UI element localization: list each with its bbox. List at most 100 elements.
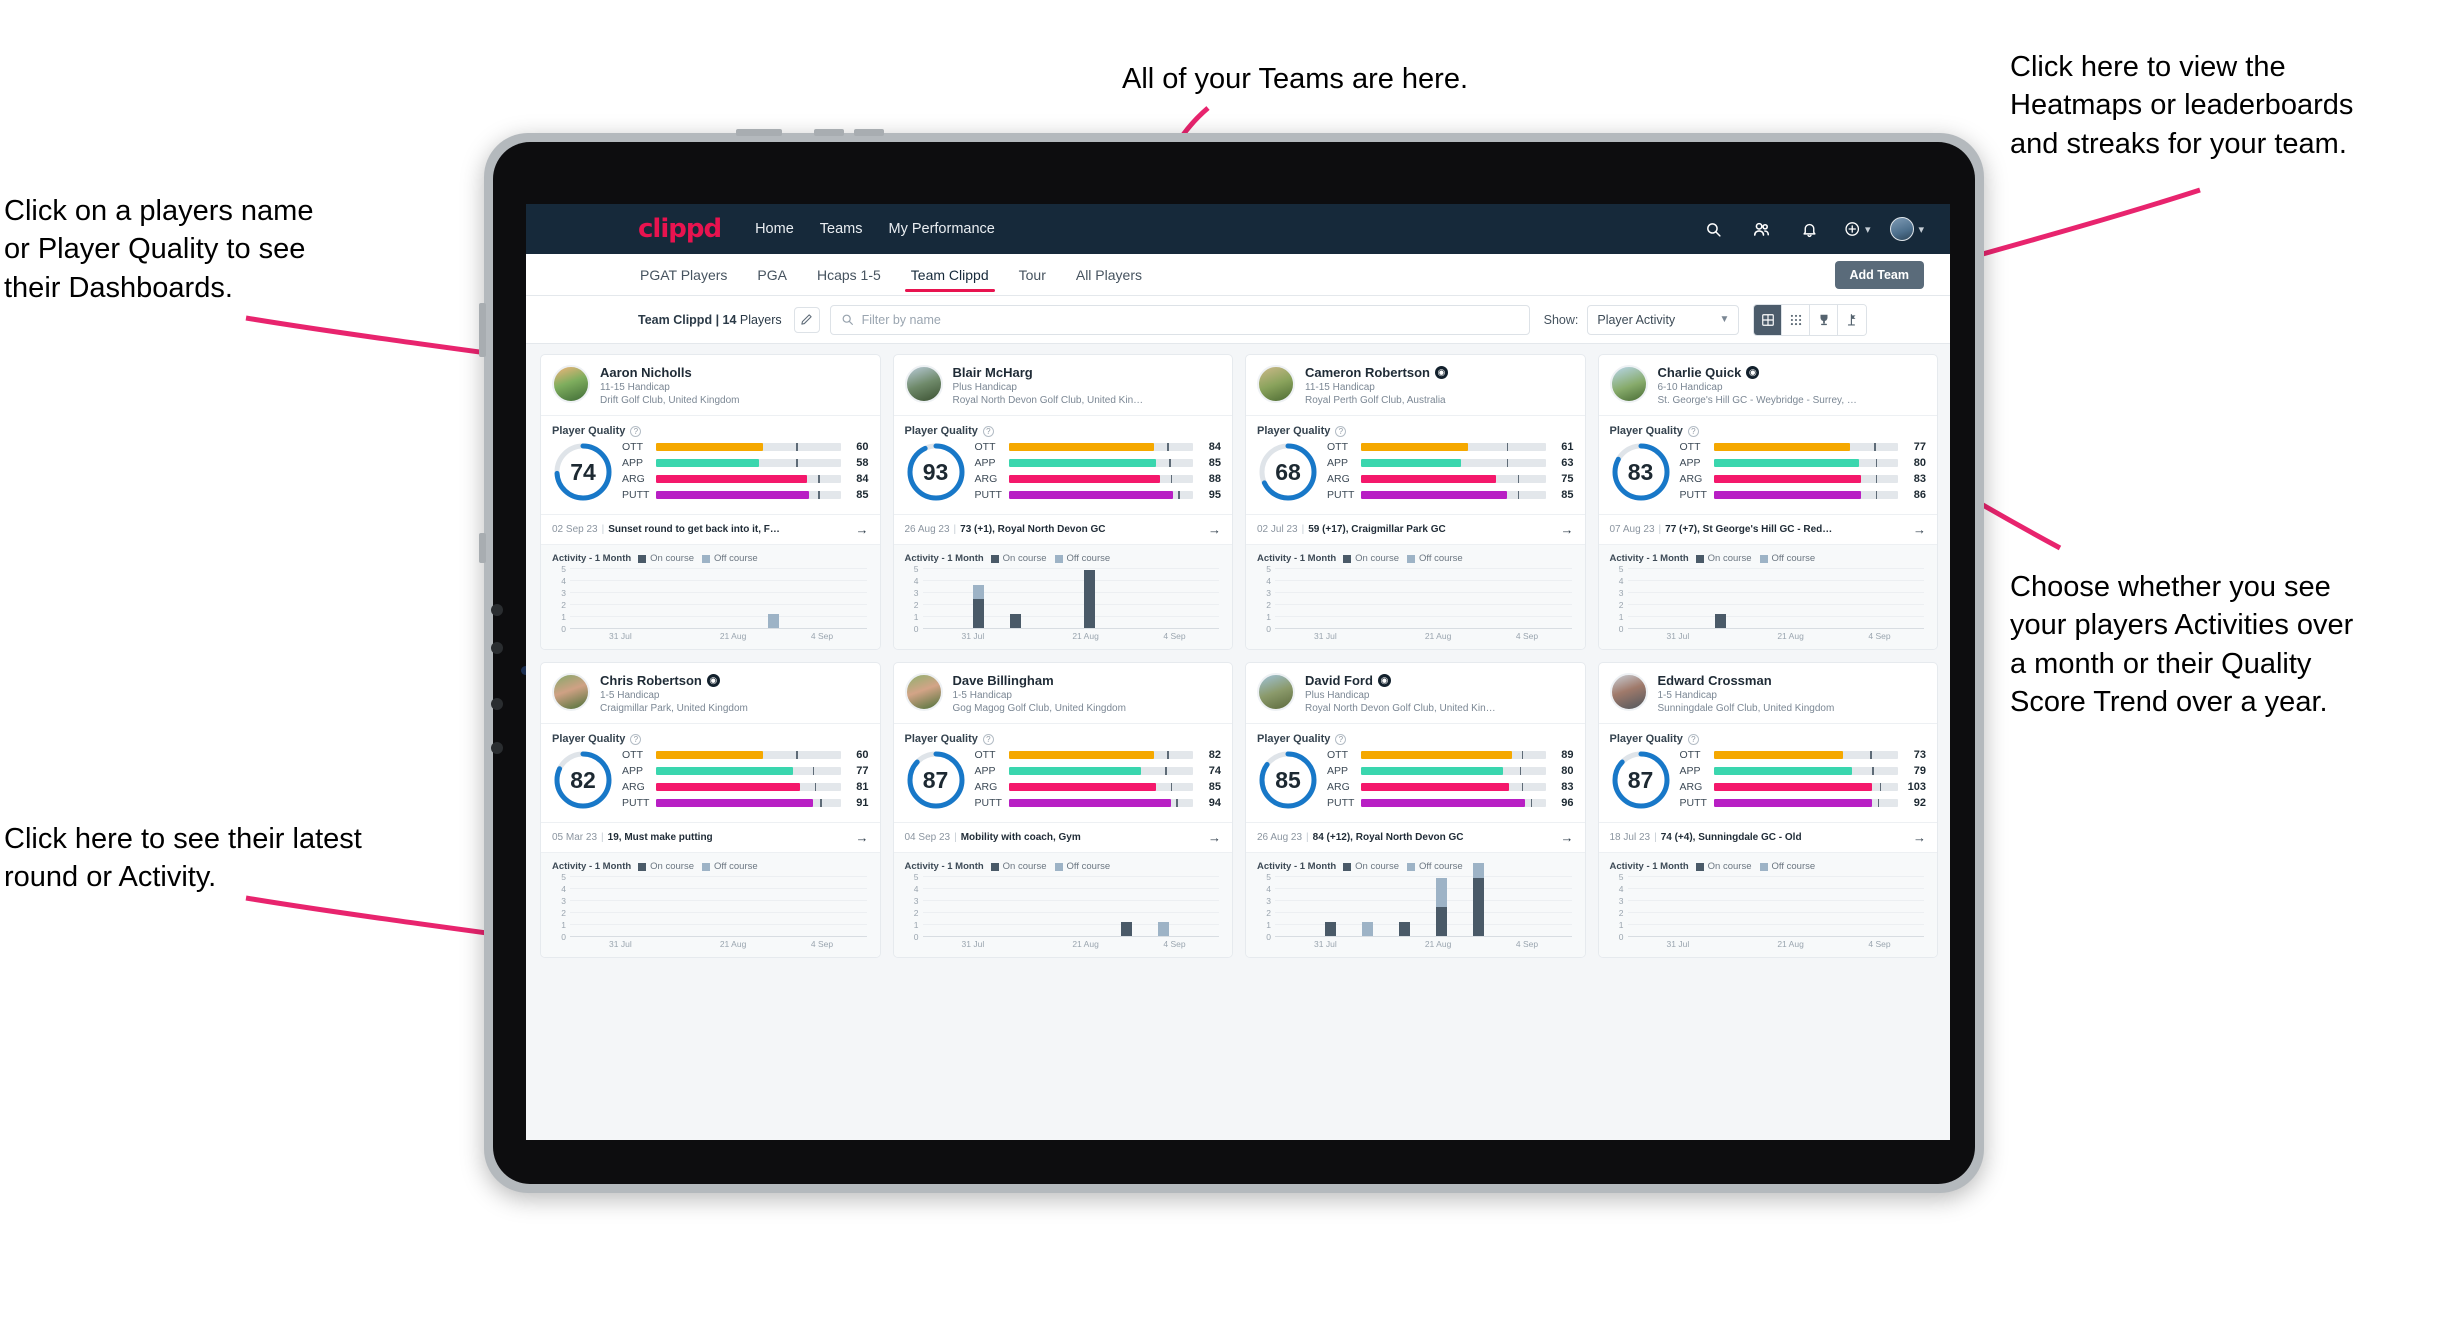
help-circle-icon[interactable]: ? — [982, 425, 994, 437]
tab-pgat-players[interactable]: PGAT Players — [638, 257, 729, 292]
latest-round-row[interactable]: 05 Mar 23 | 19, Must make putting → — [541, 822, 880, 852]
latest-round-row[interactable]: 02 Jul 23 | 59 (+17), Craigmillar Park G… — [1246, 514, 1585, 544]
player-name[interactable]: Edward Crossman — [1658, 673, 1772, 688]
player-name[interactable]: Chris Robertson — [600, 673, 702, 688]
metric-bar-track — [1361, 783, 1546, 791]
plus-circle-icon[interactable]: ▾ — [1844, 216, 1870, 242]
volume-up-button[interactable] — [814, 129, 844, 136]
arrow-right-icon[interactable]: → — [1913, 830, 1926, 845]
dots-grid-view-icon[interactable] — [1782, 304, 1811, 335]
arrow-right-icon[interactable]: → — [856, 522, 869, 537]
player-quality-donut[interactable]: 85 — [1257, 749, 1319, 811]
arrow-right-icon[interactable]: → — [856, 830, 869, 845]
player-avatar[interactable] — [552, 365, 590, 403]
player-card-header: Chris Robertson ◉ 1-5 Handicap Craigmill… — [541, 663, 880, 723]
player-quality-donut[interactable]: 87 — [905, 749, 967, 811]
bar-segment-off-course — [972, 584, 984, 600]
chart-bars — [570, 569, 867, 629]
side-button-upper[interactable] — [479, 303, 486, 357]
player-quality-donut[interactable]: 83 — [1610, 441, 1672, 503]
power-button[interactable] — [736, 129, 782, 136]
search-icon[interactable] — [1700, 216, 1726, 242]
nav-link-teams[interactable]: Teams — [820, 221, 863, 237]
bar-slot — [792, 569, 829, 629]
player-quality-donut[interactable]: 74 — [552, 441, 614, 503]
people-icon[interactable] — [1748, 216, 1774, 242]
tab-all-players[interactable]: All Players — [1074, 257, 1144, 292]
flag-view-icon[interactable] — [1838, 304, 1867, 335]
help-circle-icon[interactable]: ? — [982, 733, 994, 745]
add-team-button[interactable]: Add Team — [1834, 261, 1924, 289]
help-circle-icon[interactable]: ? — [1687, 733, 1699, 745]
nav-link-home[interactable]: Home — [755, 221, 794, 237]
player-avatar[interactable] — [1257, 673, 1295, 711]
arrow-right-icon[interactable]: → — [1561, 522, 1574, 537]
metric-bar-fill — [1713, 443, 1851, 451]
player-quality-donut[interactable]: 82 — [552, 749, 614, 811]
x-tick-label: 31 Jul — [1666, 939, 1690, 949]
player-name[interactable]: Blair McHarg — [953, 365, 1033, 380]
player-quality-donut[interactable]: 68 — [1257, 441, 1319, 503]
search-input[interactable] — [861, 312, 1519, 327]
arrow-right-icon[interactable]: → — [1208, 830, 1221, 845]
arrow-right-icon[interactable]: → — [1208, 522, 1221, 537]
bar-slot — [1497, 877, 1534, 937]
help-circle-icon[interactable]: ? — [1335, 733, 1347, 745]
volume-down-button[interactable] — [854, 129, 884, 136]
metric-benchmark-tick — [818, 475, 820, 483]
tab-hcaps-1-5[interactable]: Hcaps 1-5 — [815, 257, 883, 292]
tab-pga[interactable]: PGA — [755, 257, 789, 292]
player-avatar[interactable] — [1257, 365, 1295, 403]
bar-slot — [607, 569, 644, 629]
tab-team-clippd[interactable]: Team Clippd — [904, 257, 995, 292]
player-avatar[interactable] — [1609, 365, 1648, 403]
legend-swatch-off-course — [1407, 862, 1415, 871]
x-tick-label: 21 Aug — [719, 631, 747, 641]
player-info: Blair McHarg Plus Handicap Royal North D… — [953, 365, 1222, 406]
help-circle-icon[interactable]: ? — [630, 733, 642, 745]
latest-round-row[interactable]: 04 Sep 23 | Mobility with coach, Gym → — [893, 822, 1232, 852]
metric-value-app: 58 — [856, 457, 869, 469]
legend-label-off-course: Off course — [714, 553, 758, 564]
help-circle-icon[interactable]: ? — [630, 425, 642, 437]
player-avatar[interactable] — [904, 673, 943, 711]
player-avatar[interactable] — [552, 673, 590, 711]
player-quality-score: 68 — [1275, 458, 1301, 485]
trophy-view-icon[interactable] — [1810, 304, 1839, 335]
arrow-right-icon[interactable]: → — [1561, 830, 1574, 845]
player-name[interactable]: Aaron Nicholls — [600, 365, 692, 380]
player-name[interactable]: Dave Billingham — [953, 673, 1054, 688]
grid-view-icon[interactable] — [1754, 304, 1783, 335]
tab-tour[interactable]: Tour — [1017, 257, 1048, 292]
player-name[interactable]: Charlie Quick — [1658, 365, 1742, 380]
nav-link-my-performance[interactable]: My Performance — [888, 221, 994, 237]
chevron-down-icon[interactable]: ▾ — [1918, 223, 1924, 236]
help-circle-icon[interactable]: ? — [1335, 425, 1347, 437]
metric-label-putt: PUTT — [622, 797, 650, 809]
metric-benchmark-tick — [1877, 799, 1880, 807]
edit-team-button[interactable] — [793, 306, 820, 333]
metric-row: ARG 81 — [622, 780, 869, 794]
search-field-container[interactable] — [829, 304, 1530, 335]
latest-round-row[interactable]: 26 Aug 23 | 84 (+12), Royal North Devon … — [1246, 822, 1585, 852]
activity-chart-header: Activity - 1 Month On course Off course — [1257, 861, 1574, 872]
clippd-logo[interactable]: clippd — [638, 214, 722, 244]
side-button-lower[interactable] — [479, 533, 486, 563]
player-quality-body: 93 OTT 84 APP 85 ARG 88 PUTT 95 — [905, 440, 1221, 504]
player-avatar[interactable] — [1609, 673, 1648, 711]
latest-round-row[interactable]: 07 Aug 23 | 77 (+7), St George's Hill GC… — [1598, 514, 1937, 544]
player-quality-donut[interactable]: 93 — [905, 441, 967, 503]
show-select[interactable]: Player Activity ▼ — [1587, 304, 1740, 335]
latest-round-row[interactable]: 26 Aug 23 | 73 (+1), Royal North Devon G… — [893, 514, 1232, 544]
arrow-right-icon[interactable]: → — [1913, 522, 1926, 537]
latest-round-row[interactable]: 18 Jul 23 | 74 (+4), Sunningdale GC - Ol… — [1598, 822, 1937, 852]
player-quality-donut[interactable]: 87 — [1610, 749, 1672, 811]
latest-round-row[interactable]: 02 Sep 23 | Sunset round to get back int… — [541, 514, 880, 544]
metric-value-putt: 91 — [856, 797, 869, 809]
help-circle-icon[interactable]: ? — [1687, 425, 1699, 437]
player-name[interactable]: Cameron Robertson — [1305, 365, 1430, 380]
player-name[interactable]: David Ford — [1305, 673, 1373, 688]
player-avatar[interactable] — [904, 365, 943, 403]
user-avatar[interactable] — [1890, 217, 1915, 241]
bell-icon[interactable] — [1796, 216, 1822, 242]
